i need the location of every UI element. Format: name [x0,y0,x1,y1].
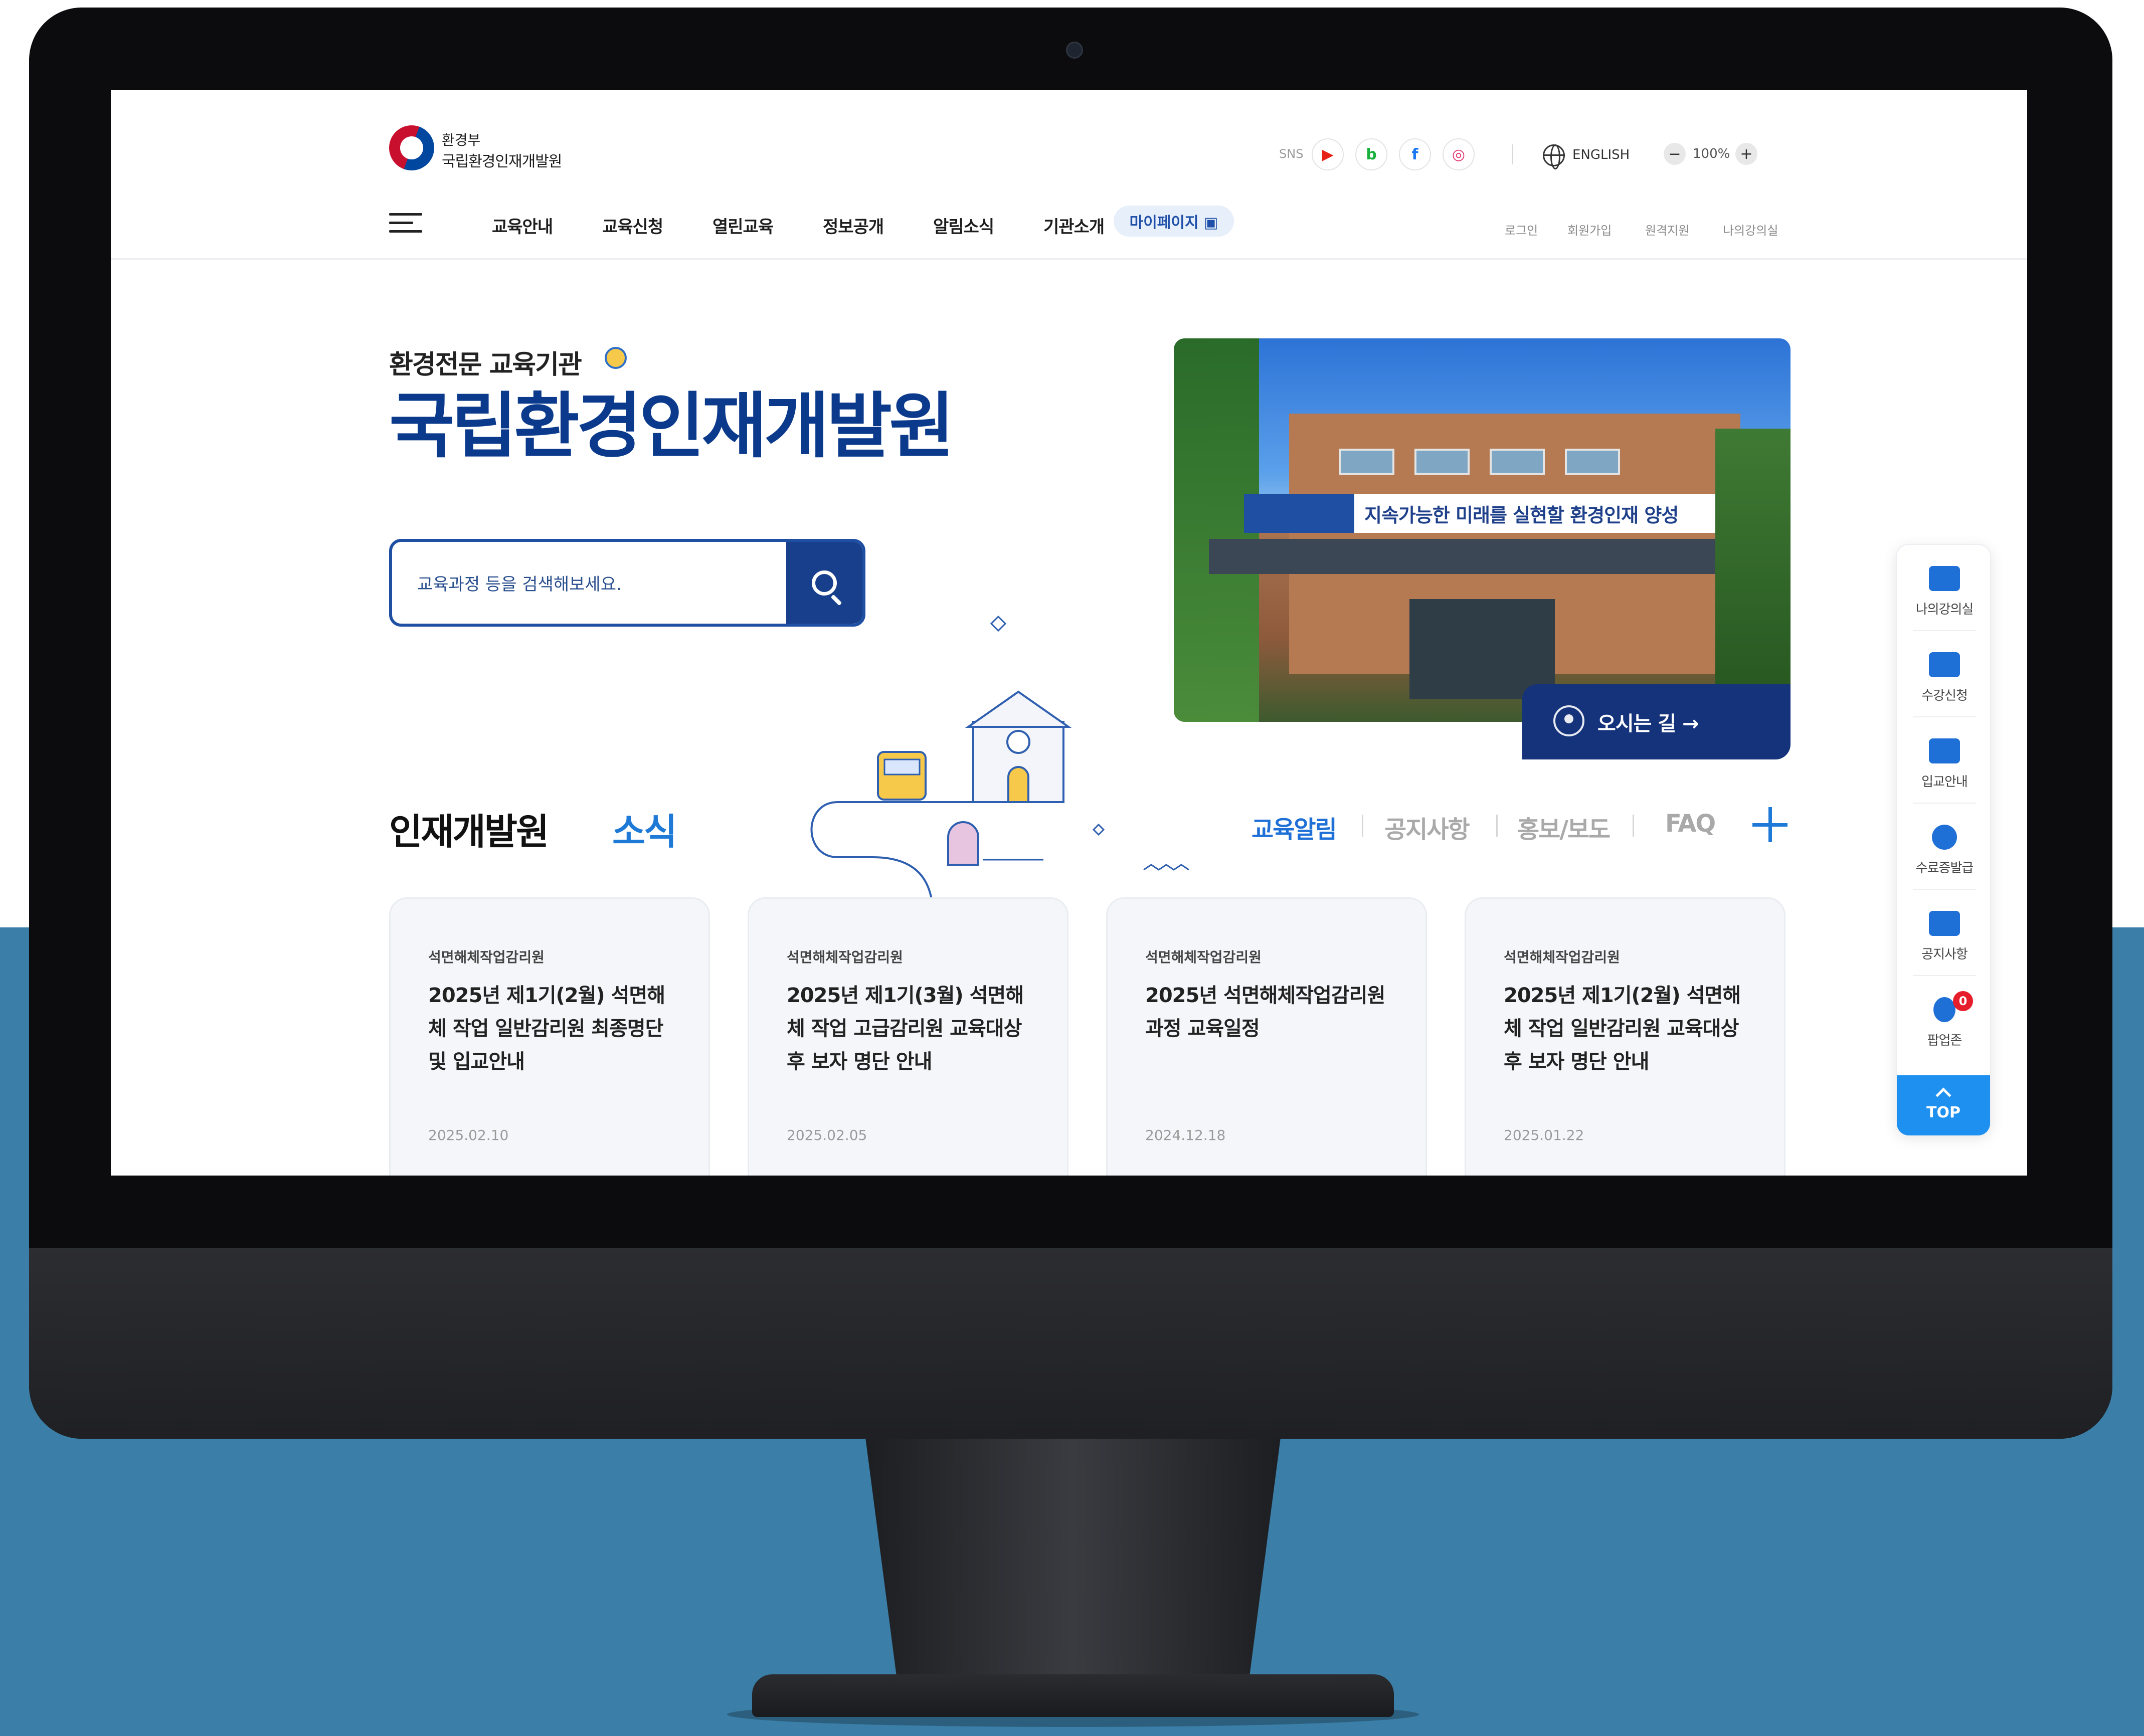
website-screen: 환경부 국립환경인재개발원 SNS ▶ b f ◎ ENGLISH − 100%… [111,90,2027,1176]
tab-faq[interactable]: FAQ [1665,810,1716,838]
card-title[interactable]: 2025년 제1기(2월) 석면해체 작업 일반감리원 교육대상 후 보자 명단… [1504,979,1754,1078]
lightbulb-icon [605,347,627,369]
directions-label: 오시는 길 → [1597,712,1699,735]
news-section-title: 인재개발원 [389,811,549,853]
tab-divider [1633,815,1634,837]
lightbulb-icon [1933,997,1955,1022]
tab-education-notice[interactable]: 교육알림 [1252,810,1337,845]
zoom-level: 100% [1693,146,1730,161]
photo-window [1490,449,1545,475]
header-divider-line [111,258,2027,260]
book-icon [1929,652,1960,677]
tab-press[interactable]: 홍보/보도 [1517,810,1611,845]
globe-icon[interactable] [1543,144,1565,169]
card-date: 2025.01.22 [1504,1127,1584,1143]
hero-kicker: 환경전문 교육기관 [389,350,582,380]
hero-title: 국립환경인재개발원 [389,385,955,468]
mypage-button[interactable]: 마이페이지 ▣ [1114,206,1234,237]
quick-label: 공지사항 [1921,947,1968,962]
quick-course-apply[interactable]: 수강신청 [1897,631,1992,716]
zoom-in-button[interactable]: + [1735,143,1757,165]
nav-news[interactable]: 알림소식 [933,213,994,238]
graduation-cap-icon [1929,566,1960,591]
nav-education-apply[interactable]: 교육신청 [602,213,663,238]
hamburger-menu-icon[interactable] [389,213,422,233]
quick-my-classroom[interactable]: 나의강의실 [1897,545,1992,630]
top-label: TOP [1926,1103,1960,1121]
monitor-stand [865,1434,1281,1689]
card-date: 2024.12.18 [1145,1127,1226,1143]
nav-open-education[interactable]: 열린교육 [712,213,774,238]
quick-label: 수료증발급 [1915,861,1974,876]
speech-bubble-icon [1929,911,1960,936]
youtube-icon[interactable]: ▶ [1312,138,1344,170]
instagram-icon[interactable]: ◎ [1443,138,1475,170]
card-date: 2025.02.10 [428,1127,509,1143]
remote-support-link[interactable]: 원격지원 [1645,221,1689,238]
taegeuk-logo-icon[interactable] [389,125,434,170]
nav-education-info[interactable]: 교육안내 [492,213,553,238]
photo-banner-text: 지속가능한 미래를 실현할 환경인재 양성 [1244,494,1720,533]
news-card[interactable]: 석면해체작업감리원 2025년 제1기(2월) 석면해체 작업 일반감리원 교육… [1465,897,1785,1176]
card-title[interactable]: 2025년 제1기(3월) 석면해체 작업 고급감리원 교육대상 후 보자 명단… [787,979,1037,1078]
sns-label: SNS [1279,147,1304,161]
card-date: 2025.02.05 [787,1127,867,1143]
facebook-icon[interactable]: f [1399,138,1431,170]
tab-divider [1362,815,1363,837]
chevron-up-icon [1935,1087,1951,1103]
photo-window [1414,449,1470,475]
tab-announcements[interactable]: 공지사항 [1384,810,1470,845]
tab-divider [1496,815,1498,837]
news-card[interactable]: 석면해체작업감리원 2025년 제1기(2월) 석면해체 작업 일반감리원 최종… [389,897,710,1176]
search-input[interactable] [417,569,768,600]
quick-label: 수강신청 [1921,688,1968,703]
search-icon [812,570,837,596]
card-category: 석면해체작업감리원 [787,949,903,966]
scroll-top-button[interactable]: TOP [1897,1075,1990,1135]
my-classroom-link[interactable]: 나의강의실 [1723,221,1778,238]
news-card[interactable]: 석면해체작업감리원 2025년 석면해체작업감리원 과정 교육일정 2024.1… [1106,897,1427,1176]
quick-popup-zone[interactable]: 0 팝업존 [1897,976,1992,1061]
photo-canopy [1209,539,1735,574]
medal-icon [1932,825,1957,850]
school-icon [1929,738,1960,763]
login-link[interactable]: 로그인 [1505,221,1538,238]
header-divider [1512,144,1513,164]
card-title[interactable]: 2025년 석면해체작업감리원 과정 교육일정 [1145,979,1396,1045]
quick-certificate[interactable]: 수료증발급 [1897,804,1992,889]
directions-button[interactable]: 오시는 길 → [1522,684,1791,759]
card-category: 석면해체작업감리원 [1145,949,1262,966]
quick-label: 나의강의실 [1915,602,1974,617]
news-card[interactable]: 석면해체작업감리원 2025년 제1기(3월) 석면해체 작업 고급감리원 교육… [748,897,1068,1176]
language-link[interactable]: ENGLISH [1572,147,1630,162]
popup-count-badge: 0 [1953,991,1973,1011]
photo-window [1339,449,1394,475]
nav-information-disclosure[interactable]: 정보공개 [823,213,884,238]
blog-icon[interactable]: b [1355,138,1387,170]
more-plus-icon[interactable] [1752,807,1788,842]
monitor-frame: 환경부 국립환경인재개발원 SNS ▶ b f ◎ ENGLISH − 100%… [29,8,2112,1439]
card-category: 석면해체작업감리원 [428,949,545,966]
card-title[interactable]: 2025년 제1기(2월) 석면해체 작업 일반감리원 최종명단 및 입교안내 [428,979,679,1078]
quick-label: 팝업존 [1927,1033,1962,1048]
card-category: 석면해체작업감리원 [1504,949,1620,966]
quick-notices[interactable]: 공지사항 [1897,890,1992,975]
logo-institute[interactable]: 국립환경인재개발원 [442,149,562,171]
photo-window [1565,449,1620,475]
zoom-out-button[interactable]: − [1664,143,1686,165]
monitor-stand-base [752,1674,1394,1717]
news-section-title-accent: 소식 [612,811,677,853]
nav-about[interactable]: 기관소개 [1043,213,1105,238]
quick-label: 입교안내 [1921,775,1968,790]
camera-icon [1066,42,1083,59]
location-pin-icon [1553,705,1584,736]
monitor-chin [29,1248,2112,1439]
signup-link[interactable]: 회원가입 [1567,221,1612,238]
quick-menu: 나의강의실 수강신청 입교안내 수료증발급 공지사항 0 팝업존 TOP [1896,544,1991,1135]
photo-trees [1715,429,1791,722]
quick-admission-guide[interactable]: 입교안내 [1897,717,1992,803]
logo-ministry[interactable]: 환경부 [442,129,480,149]
institute-building-photo[interactable]: 지속가능한 미래를 실현할 환경인재 양성 [1174,338,1791,722]
